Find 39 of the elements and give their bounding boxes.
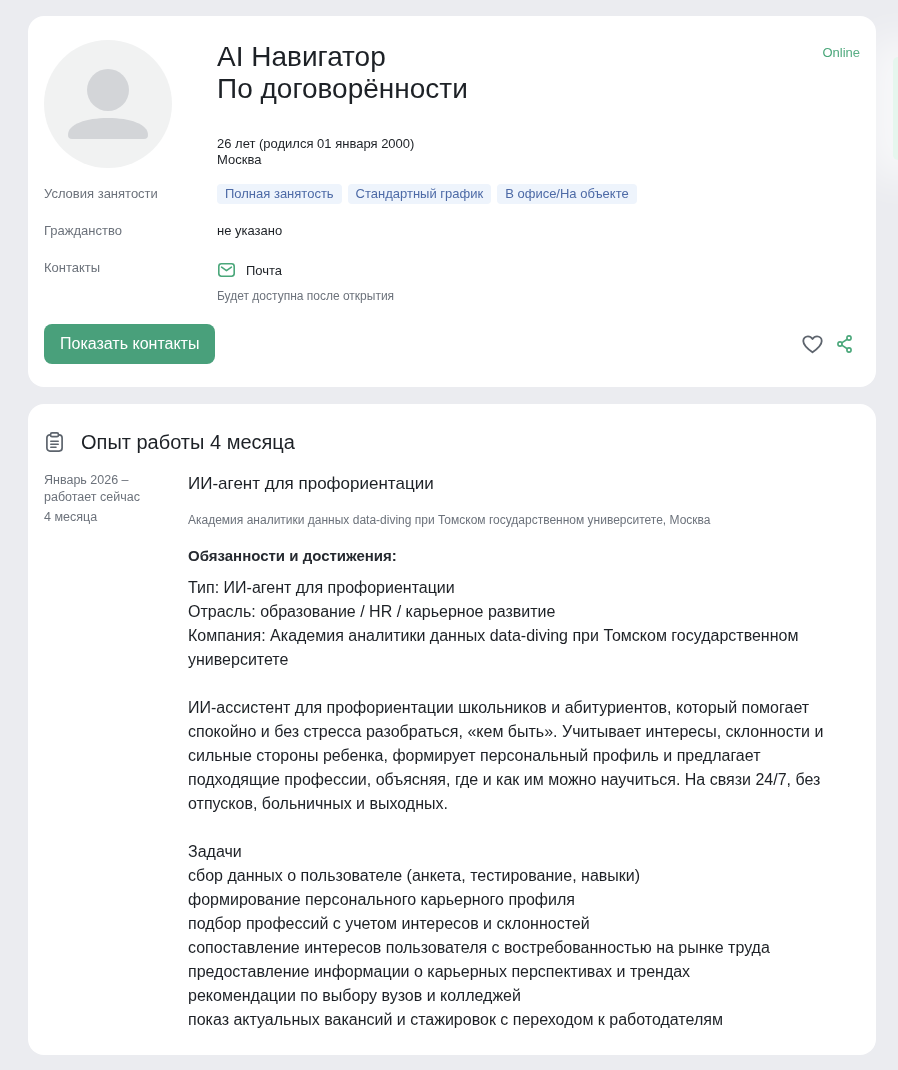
mail-icon [218, 263, 235, 277]
field-label: Условия занятости [44, 185, 159, 203]
description-text: подбор профессий с учетом интересов и склонностей [188, 914, 591, 934]
description-text: Задачи [188, 842, 243, 862]
online-status: Online [822, 45, 860, 61]
description-text: Тип: ИИ-агент для профориентации [188, 578, 456, 598]
favorite-button[interactable] [800, 332, 824, 356]
description-text: показ актуальных вакансий и стажировок с переходом к работодателям [188, 1010, 724, 1030]
heart-icon [801, 334, 823, 354]
job-duration: 4 месяца [44, 509, 99, 526]
age-text: 26 лет (родился 01 января 2000) [217, 136, 416, 152]
employment-tag: Полная занятость [217, 184, 342, 204]
contact-note: Будет доступна после открытия [217, 288, 396, 304]
city-text: Москва [217, 152, 263, 168]
description-text: предоставление информации о карьерных перспективах и трендах [188, 962, 692, 982]
description-text: сопоставление интересов пользователя с востребованностью на рынке труда [188, 938, 771, 958]
contact-type: Почта [246, 262, 283, 278]
employment-tag: Стандартный график [347, 184, 492, 204]
candidate-name: AI Навигатор [217, 41, 387, 73]
job-position: ИИ-агент для профориентации [188, 473, 435, 495]
description-text: Компания: Академия аналитики данных data-diving при Томском государственном университете [188, 626, 800, 670]
description-text: ИИ-ассистент для профориентации школьников и абитуриентов, который помогает спокойно и без стресса разобраться, «кем быть». Учитывает интересы, склонности и сильные стороны ребенка, формирует персональный профиль и предлагает подходящие профессии, объясняя, где и как им можно научиться. На связи 24/7, без отпусков, больничных и выходных. [188, 698, 825, 814]
share-icon [836, 335, 852, 353]
description-text: Отрасль: образование / HR / карьерное развитие [188, 602, 557, 622]
field-value: не указано [217, 222, 284, 240]
responsibilities-heading: Обязанности и достижения: [188, 546, 398, 566]
section-title: Опыт работы 4 месяца [81, 430, 295, 455]
field-label: Гражданство [44, 222, 123, 240]
description-text: формирование персонального карьерного профиля [188, 890, 576, 910]
description-text: сбор данных о пользователе (анкета, тестирование, навыки) [188, 866, 642, 886]
show-contacts-button[interactable]: Показать контакты [44, 324, 216, 364]
salary-text: По договорённости [217, 73, 468, 105]
field-label: Контакты [44, 259, 102, 277]
company-text: Академия аналитики данных data-diving при Томском государственном университете, Москва [188, 512, 712, 528]
job-period: Январь 2026 – работает сейчас [44, 472, 141, 506]
description-text: рекомендации по выбору вузов и колледжей [188, 986, 522, 1006]
avatar-icon [44, 40, 172, 168]
clipboard-icon [46, 432, 63, 452]
employment-tag: В офисе/На объекте [497, 184, 637, 204]
